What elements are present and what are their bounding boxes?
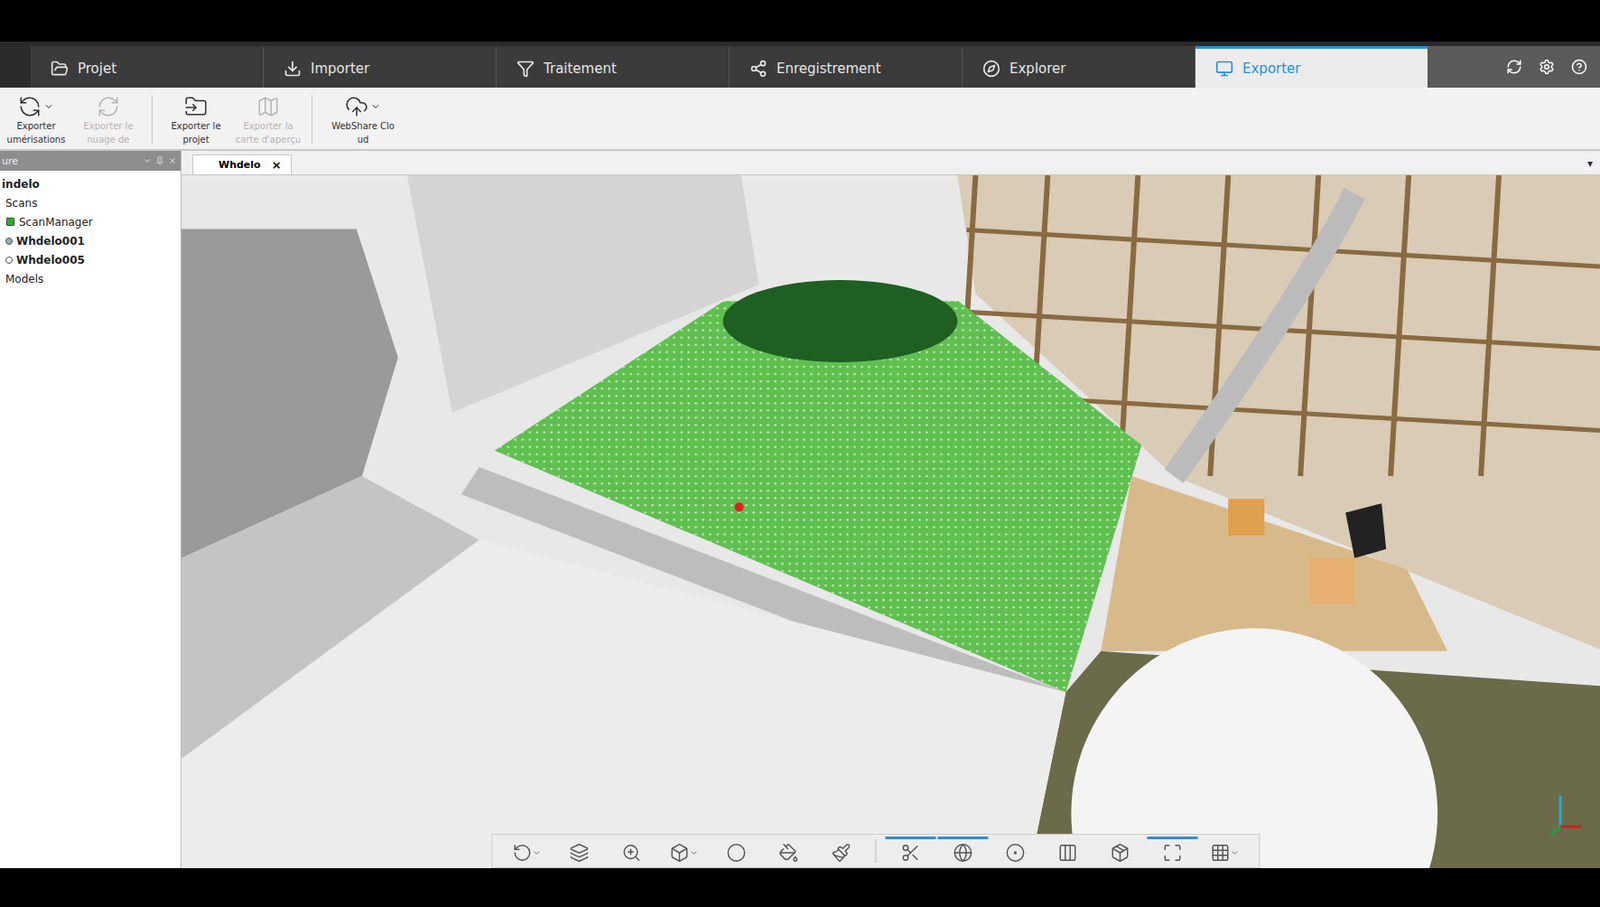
point-cloud-view[interactable] xyxy=(181,175,1600,868)
tool-button[interactable] xyxy=(658,836,709,866)
tool-button[interactable] xyxy=(553,836,605,866)
view-menu-button[interactable]: ▾ xyxy=(1580,157,1600,175)
tool-button[interactable] xyxy=(1041,836,1093,866)
tool-icon xyxy=(900,842,921,863)
menu-icon[interactable] xyxy=(142,156,152,166)
app-window: ProjetImporterTraitementEnregistrementEx… xyxy=(0,0,1600,907)
close-icon[interactable] xyxy=(167,156,177,166)
tool-icon xyxy=(1162,842,1182,863)
bottom-black-bar xyxy=(0,867,1600,907)
tool-icon xyxy=(952,842,973,863)
view-tab-bar: Whdelo× ▾ xyxy=(181,150,1600,176)
tool-icon xyxy=(830,842,851,863)
tool-icon xyxy=(621,842,642,863)
pin-icon[interactable] xyxy=(155,156,165,166)
tree-item[interactable]: ScanManager xyxy=(0,212,181,232)
main-tab[interactable]: Importer xyxy=(263,46,497,88)
scan-status-icon xyxy=(5,237,13,245)
structure-tree: indeloScansScanManagerWhdelo001Whdelo005… xyxy=(0,170,181,289)
ribbon-button[interactable]: Exporterumérisations xyxy=(0,94,73,146)
tab-icon xyxy=(1215,59,1234,78)
help-icon[interactable] xyxy=(1571,58,1588,75)
export-icon xyxy=(18,94,42,119)
tab-icon xyxy=(50,59,69,78)
tab-icon xyxy=(283,59,302,78)
tool-icon xyxy=(1109,842,1130,863)
main-tab[interactable]: Explorer xyxy=(962,46,1196,88)
structure-panel: ureindeloScansScanManagerWhdelo001Whdelo… xyxy=(0,150,182,868)
tool-icon xyxy=(511,842,532,863)
ribbon-separator xyxy=(151,94,153,144)
ribbon: ExporterumérisationsExporter lenuage de E… xyxy=(0,87,1600,151)
tool-button[interactable] xyxy=(762,836,814,866)
tool-button[interactable] xyxy=(1199,836,1250,866)
ribbon-button[interactable]: Exporter leprojet xyxy=(159,94,233,146)
top-black-bar xyxy=(0,0,1600,42)
tool-icon xyxy=(669,842,689,863)
export-icon xyxy=(344,94,369,119)
view-toolbar xyxy=(491,833,1260,868)
dropdown-icon[interactable] xyxy=(370,101,382,112)
export-icon xyxy=(256,94,280,119)
tool-icon xyxy=(1209,842,1230,863)
tool-button[interactable] xyxy=(1094,836,1145,866)
gear-icon[interactable] xyxy=(1538,58,1555,75)
scan-manager-icon xyxy=(5,216,16,227)
tab-icon xyxy=(516,59,535,78)
dropdown-icon[interactable] xyxy=(1229,847,1239,857)
tool-button[interactable] xyxy=(884,836,936,866)
axis-icon xyxy=(1549,790,1586,836)
tree-item[interactable]: Models xyxy=(0,269,181,289)
panel-header: ure xyxy=(0,150,181,171)
toolbar-separator xyxy=(874,838,876,863)
window-controls xyxy=(1428,46,1600,88)
tool-icon xyxy=(725,842,746,863)
tool-button[interactable] xyxy=(710,836,762,866)
tool-icon xyxy=(778,842,799,863)
ribbon-button[interactable]: Exporter lenuage de xyxy=(72,94,145,146)
viewport xyxy=(181,175,1600,868)
main-tab-bar: ProjetImporterTraitementEnregistrementEx… xyxy=(0,41,1600,88)
tool-button[interactable] xyxy=(1146,836,1198,866)
tree-item[interactable]: Whdelo005 xyxy=(0,250,181,270)
scan-status-icon xyxy=(5,256,13,264)
main-tab[interactable]: Enregistrement xyxy=(729,46,963,88)
app-menu[interactable] xyxy=(0,46,31,88)
tab-icon xyxy=(749,59,768,78)
tool-button[interactable] xyxy=(501,836,552,866)
tool-button[interactable] xyxy=(989,836,1041,866)
export-icon xyxy=(96,94,121,119)
tree-item[interactable]: indelo xyxy=(0,174,181,194)
dropdown-icon[interactable] xyxy=(688,847,698,857)
ribbon-separator xyxy=(311,94,313,144)
tool-icon xyxy=(1057,842,1078,863)
refresh-icon[interactable] xyxy=(1506,58,1523,75)
main-tab[interactable]: Exporter xyxy=(1195,46,1429,88)
main-tab[interactable]: Projet xyxy=(30,46,264,88)
export-icon xyxy=(184,94,208,119)
tree-item[interactable]: Whdelo001 xyxy=(0,231,181,251)
tree-item[interactable]: Scans xyxy=(0,193,181,213)
ribbon-button[interactable]: Exporter lacarte d'aperçu xyxy=(232,94,305,146)
tool-button[interactable] xyxy=(937,836,988,866)
tool-button[interactable] xyxy=(605,836,657,866)
main-tab[interactable]: Traitement xyxy=(496,46,730,88)
dropdown-icon[interactable] xyxy=(43,101,55,112)
tab-icon xyxy=(982,59,1001,78)
tool-button[interactable] xyxy=(815,836,866,866)
tool-icon xyxy=(1004,842,1025,863)
dropdown-icon[interactable] xyxy=(531,847,541,857)
tool-icon xyxy=(568,842,589,863)
ribbon-button[interactable]: WebShare Cloud xyxy=(319,94,407,146)
close-tab-button[interactable]: × xyxy=(271,158,282,172)
view-tab[interactable]: Whdelo× xyxy=(192,154,292,175)
